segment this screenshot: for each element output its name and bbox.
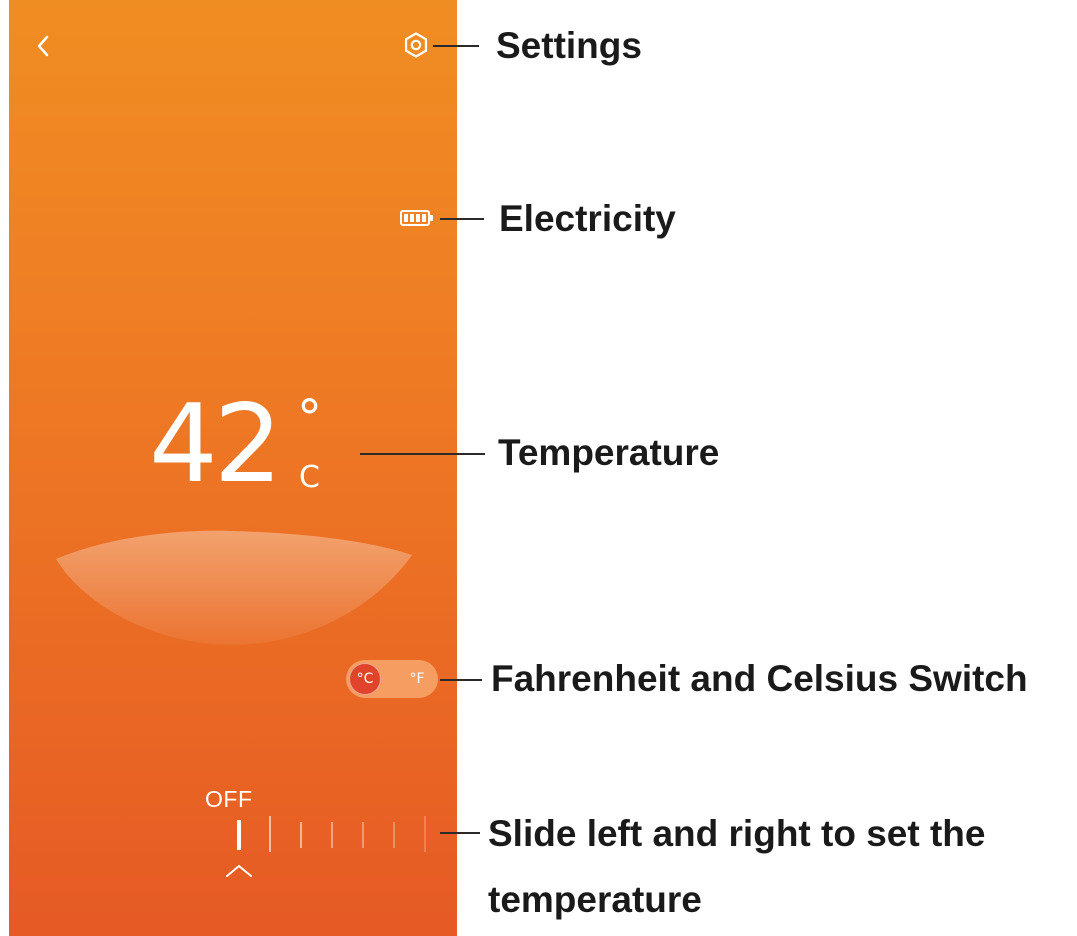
electricity-callout: Electricity <box>499 198 676 239</box>
settings-callout-line <box>433 45 479 47</box>
off-label: OFF <box>205 786 253 812</box>
temperature-value: 42 <box>149 382 282 507</box>
settings-button[interactable] <box>401 30 431 60</box>
gear-icon <box>404 32 428 58</box>
degree-symbol: ° <box>297 389 322 447</box>
temperature-slider[interactable] <box>209 812 457 882</box>
temperature-callout: Temperature <box>498 432 720 473</box>
settings-callout: Settings <box>496 25 642 66</box>
phone-screen: 42 ° C °C °F OFF <box>9 0 457 936</box>
unit-switch[interactable]: °C °F <box>346 660 438 698</box>
slider-callout-line2: temperature <box>488 879 702 920</box>
back-button[interactable] <box>31 31 57 61</box>
slider-callout-line <box>440 832 480 834</box>
unit-switch-callout: Fahrenheit and Celsius Switch <box>491 658 1028 699</box>
heat-wave-graphic <box>56 530 412 645</box>
temperature-unit: C <box>299 460 320 495</box>
temperature-callout-line <box>360 453 485 455</box>
temperature-display: 42 ° C <box>149 385 349 505</box>
battery-indicator <box>400 209 434 227</box>
unit-switch-callout-line <box>440 679 482 681</box>
slider-callout-line1: Slide left and right to set the <box>488 813 986 854</box>
caret-up-icon <box>226 865 252 877</box>
chevron-left-icon <box>37 35 49 57</box>
fahrenheit-option[interactable]: °F <box>401 663 433 695</box>
celsius-option[interactable]: °C <box>349 663 381 695</box>
battery-icon <box>400 210 433 226</box>
electricity-callout-line <box>440 218 484 220</box>
